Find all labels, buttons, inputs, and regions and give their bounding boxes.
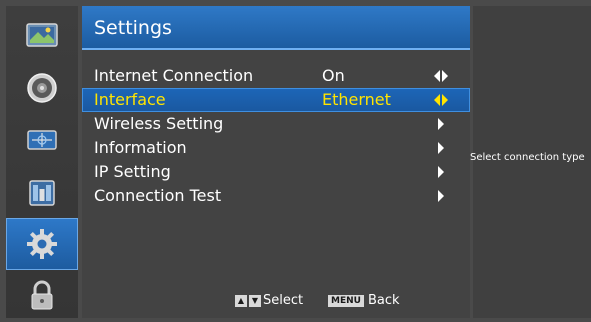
back-hint: MENU Back xyxy=(328,291,400,311)
lock-icon xyxy=(31,280,53,310)
menu-item-information[interactable]: Information xyxy=(82,136,470,160)
back-hint-label: Back xyxy=(367,293,400,308)
menu-item-value: On xyxy=(322,66,345,85)
left-right-arrow-icon[interactable] xyxy=(434,94,448,106)
rail-item-settings[interactable] xyxy=(6,218,78,270)
menu-item-ip-setting[interactable]: IP Setting xyxy=(82,160,470,184)
left-right-arrow-icon[interactable] xyxy=(434,70,448,82)
menu-item-label: IP Setting xyxy=(94,162,171,181)
menu-item-connection-test[interactable]: Connection Test xyxy=(82,184,470,208)
panel-title: Settings xyxy=(82,6,470,50)
gear-icon xyxy=(27,229,57,259)
menu-item-label: Information xyxy=(94,138,187,157)
settings-panel: Settings Internet Connection On Interfac… xyxy=(82,6,470,318)
settings-menu: Internet Connection On Interface Etherne… xyxy=(82,64,470,208)
menu-item-label: Interface xyxy=(94,90,166,109)
button-hint-bar: ▲ ▼ Select MENU Back xyxy=(82,291,470,311)
menu-item-label: Internet Connection xyxy=(94,66,254,85)
help-text: Select connection type xyxy=(470,152,585,163)
menu-item-value: Ethernet xyxy=(322,90,391,109)
rail-item-lock[interactable] xyxy=(6,270,78,322)
menu-item-label: Wireless Setting xyxy=(94,114,224,133)
time-calendar-icon xyxy=(29,180,55,206)
tv-settings-screen: Settings Internet Connection On Interfac… xyxy=(0,0,591,322)
right-arrow-icon[interactable] xyxy=(434,190,448,202)
sound-speaker-icon xyxy=(27,73,57,103)
up-arrow-key-icon: ▲ xyxy=(235,295,247,307)
help-panel: Select connection type xyxy=(470,6,591,318)
select-hint: ▲ ▼ Select xyxy=(235,291,303,311)
right-arrow-icon[interactable] xyxy=(434,166,448,178)
rail-item-picture[interactable] xyxy=(6,10,78,62)
rail-item-channel[interactable] xyxy=(6,114,78,166)
rail-item-sound[interactable] xyxy=(6,62,78,114)
channel-antenna-icon xyxy=(27,130,57,150)
menu-item-label: Connection Test xyxy=(94,186,222,205)
right-arrow-icon[interactable] xyxy=(434,142,448,154)
right-arrow-icon[interactable] xyxy=(434,118,448,130)
menu-item-wireless-setting[interactable]: Wireless Setting xyxy=(82,112,470,136)
menu-item-interface[interactable]: Interface Ethernet xyxy=(82,88,470,112)
picture-icon xyxy=(26,23,58,47)
category-rail xyxy=(6,6,78,318)
menu-key-icon: MENU xyxy=(328,295,364,307)
down-arrow-key-icon: ▼ xyxy=(249,295,261,307)
select-hint-label: Select xyxy=(263,293,304,308)
rail-item-time[interactable] xyxy=(6,166,78,218)
menu-item-internet-connection[interactable]: Internet Connection On xyxy=(82,64,470,88)
